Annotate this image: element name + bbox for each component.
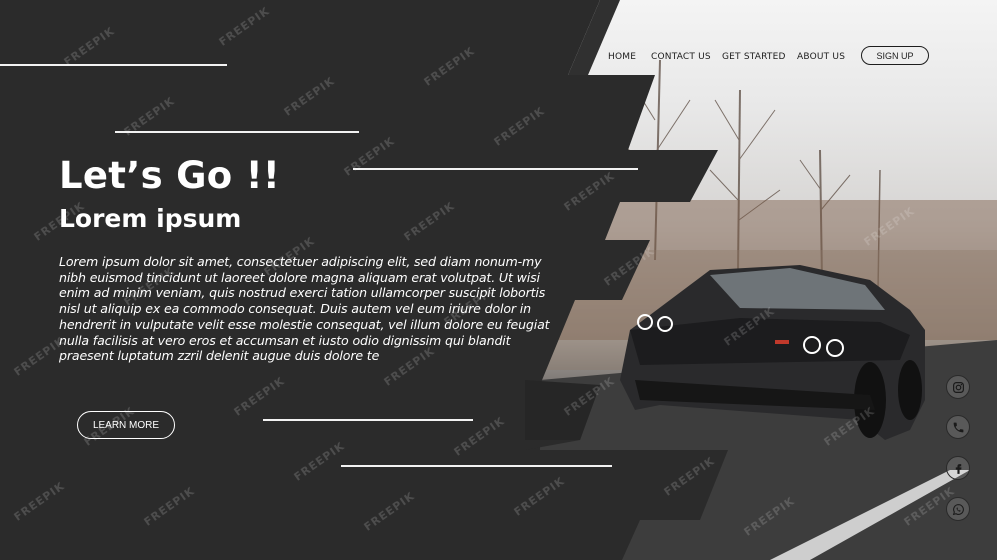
- watermark-text: FREEPIK: [421, 44, 478, 89]
- nav-get-started[interactable]: GET STARTED: [722, 52, 786, 62]
- decorative-line: [115, 131, 359, 133]
- decorative-line: [0, 64, 227, 66]
- decorative-line: [341, 465, 612, 467]
- watermark-text: FREEPIK: [216, 4, 273, 49]
- phone-button[interactable]: [946, 415, 970, 439]
- hero-title: Let’s Go !!: [59, 154, 281, 197]
- watermark-text: FREEPIK: [231, 374, 288, 419]
- whatsapp-icon: [952, 503, 964, 515]
- car-photo: [540, 0, 997, 560]
- whatsapp-button[interactable]: [946, 497, 970, 521]
- decorative-line: [353, 168, 638, 170]
- watermark-text: FREEPIK: [11, 479, 68, 524]
- landing-page: FREEPIK FREEPIK FREEPIK FREEPIK FREEPIK …: [0, 0, 997, 560]
- learn-more-button[interactable]: LEARN MORE: [77, 411, 175, 439]
- watermark-text: FREEPIK: [281, 74, 338, 119]
- instagram-icon: [952, 381, 964, 393]
- instagram-button[interactable]: [946, 375, 970, 399]
- hero-body-text: Lorem ipsum dolor sit amet, consectetuer…: [59, 254, 550, 364]
- car-scene: [540, 59, 997, 560]
- decorative-line: [263, 419, 473, 421]
- signup-button[interactable]: SIGN UP: [861, 46, 929, 65]
- facebook-button[interactable]: [946, 456, 970, 480]
- facebook-icon: [955, 463, 961, 474]
- nav-contact-us[interactable]: CONTACT US: [651, 52, 711, 62]
- hero-subtitle: Lorem ipsum: [59, 204, 242, 233]
- watermark-text: FREEPIK: [341, 134, 398, 179]
- watermark-text: FREEPIK: [491, 104, 548, 149]
- nav-home[interactable]: HOME: [608, 52, 636, 62]
- watermark-text: FREEPIK: [291, 439, 348, 484]
- phone-icon: [953, 422, 963, 432]
- watermark-text: FREEPIK: [141, 484, 198, 529]
- watermark-text: FREEPIK: [361, 489, 418, 534]
- watermark-text: FREEPIK: [401, 199, 458, 244]
- nav-about-us[interactable]: ABOUT US: [797, 52, 845, 62]
- watermark-text: FREEPIK: [61, 24, 118, 69]
